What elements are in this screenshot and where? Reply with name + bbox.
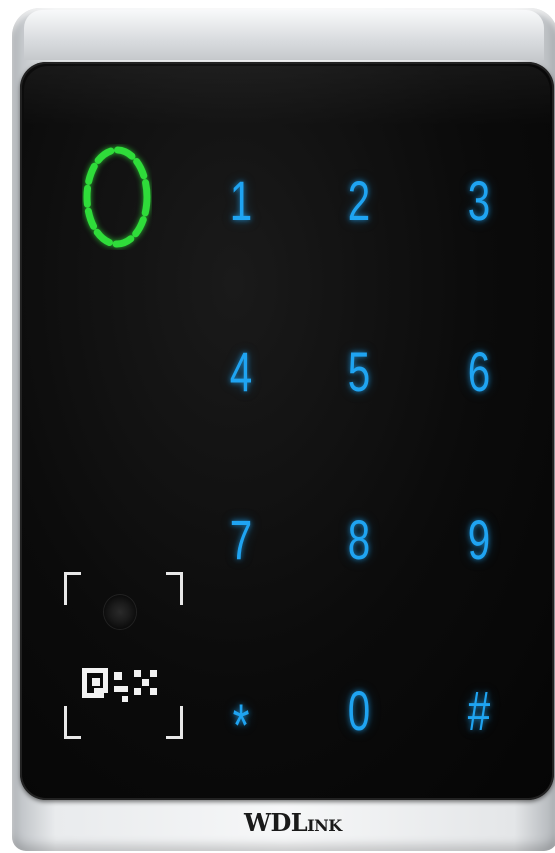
brand-logo: WDL INK [244,808,342,842]
key-hash[interactable]: # [454,665,504,755]
key-5[interactable]: 5 [334,326,384,416]
key-3[interactable]: 3 [454,155,504,245]
key-8[interactable]: 8 [334,494,384,584]
key-0[interactable]: 0 [334,665,384,755]
key-1[interactable]: 1 [216,155,266,245]
housing-top-bevel [24,10,544,60]
logo-lead-text: WDL [244,808,308,837]
key-star[interactable]: * [216,680,266,770]
key-7[interactable]: 7 [216,494,266,584]
key-2[interactable]: 2 [334,155,384,245]
key-4[interactable]: 4 [216,326,266,416]
camera-lens-icon [104,595,136,629]
card-reader-ring-icon [83,146,151,248]
access-control-keypad-device: 1 2 3 4 5 6 7 8 9 * 0 # WDL INK [0,0,555,853]
key-9[interactable]: 9 [454,494,504,584]
scanner-bracket-bottom-right [166,706,183,739]
scanner-bracket-bottom-left [64,706,81,739]
key-6[interactable]: 6 [454,326,504,416]
logo-rest-text: INK [307,816,342,835]
qr-code-icon [82,668,157,702]
scanner-bracket-top-left [64,572,81,605]
scanner-bracket-top-right [166,572,183,605]
